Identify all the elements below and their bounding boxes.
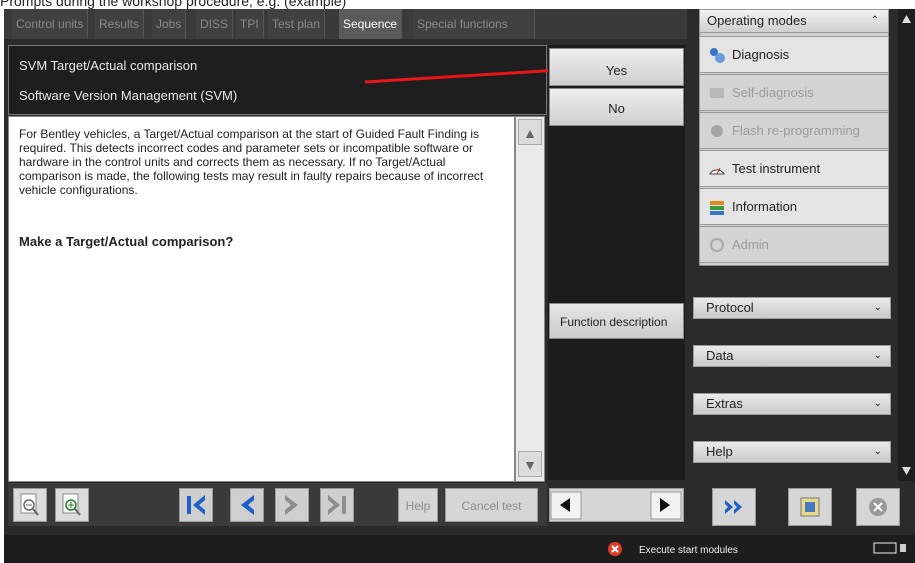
screenshot-icon[interactable]: [788, 488, 832, 526]
mode-label: Information: [732, 199, 798, 214]
status-bar: [4, 535, 915, 563]
zoom-out-icon[interactable]: [13, 488, 47, 522]
exit-icon[interactable]: [856, 488, 900, 526]
tab-sequence[interactable]: Sequence: [339, 9, 403, 39]
expand-icon: ⌄: [873, 446, 882, 457]
mode-admin[interactable]: Admin: [699, 226, 889, 263]
error-icon: [608, 542, 622, 556]
mode-flash-reprogramming[interactable]: Flash re-programming: [699, 112, 889, 149]
prompt-question: Make a Target/Actual comparison?: [19, 234, 234, 249]
operating-modes-header[interactable]: Operating modes ⌃: [699, 9, 889, 33]
cancel-test-button[interactable]: Cancel test: [445, 488, 538, 522]
function-description-button[interactable]: Function description: [549, 303, 684, 339]
section-label: Extras: [706, 396, 743, 411]
mode-diagnosis[interactable]: Diagnosis: [699, 36, 889, 73]
mode-label: Self-diagnosis: [732, 85, 814, 100]
information-icon: [710, 201, 724, 215]
battery-icon: [873, 542, 906, 554]
first-step-icon[interactable]: [179, 488, 213, 522]
yes-button[interactable]: Yes: [549, 48, 684, 86]
mode-label: Test instrument: [732, 161, 821, 176]
next-step-icon[interactable]: [275, 488, 309, 522]
message-panel: For Bentley vehicles, a Target/Actual co…: [8, 116, 515, 482]
operating-modes-title: Operating modes: [707, 13, 807, 28]
forward-icon[interactable]: [712, 488, 756, 526]
mode-information[interactable]: Information: [699, 188, 889, 225]
scroll-up-button[interactable]: ▲: [518, 119, 542, 145]
tab-jobs[interactable]: Jobs: [152, 9, 187, 39]
section-extras[interactable]: Extras ⌄: [693, 393, 891, 415]
mode-label: Flash re-programming: [732, 123, 860, 138]
tab-results[interactable]: Results: [95, 9, 145, 39]
horizontal-scrollbar[interactable]: [549, 488, 684, 522]
help-button[interactable]: Help: [398, 488, 438, 522]
message-scrollbar[interactable]: ▲ ▼: [515, 116, 545, 482]
tab-tpi[interactable]: TPI: [236, 9, 264, 39]
message-text: For Bentley vehicles, a Target/Actual co…: [19, 127, 484, 197]
expand-icon: ⌄: [873, 350, 882, 361]
admin-icon: [710, 238, 724, 252]
zoom-in-icon[interactable]: [55, 488, 89, 522]
sidebar-scrollbar[interactable]: [898, 9, 915, 481]
tab-special-functions[interactable]: Special functions: [413, 9, 535, 39]
collapse-icon[interactable]: ⌃: [871, 10, 879, 32]
step-subtitle: Software Version Management (SVM): [19, 88, 238, 103]
section-label: Protocol: [706, 300, 754, 315]
step-title: SVM Target/Actual comparison: [19, 58, 198, 73]
section-label: Data: [706, 348, 734, 363]
previous-step-icon[interactable]: [230, 488, 264, 522]
mode-label: Diagnosis: [732, 47, 790, 62]
section-label: Help: [706, 444, 733, 459]
section-data[interactable]: Data ⌄: [693, 345, 891, 367]
tab-diss[interactable]: DISS: [196, 9, 234, 39]
tab-control-units[interactable]: Control units: [12, 9, 89, 39]
flash-icon: [711, 125, 723, 137]
section-help[interactable]: Help ⌄: [693, 441, 891, 463]
expand-icon: ⌄: [873, 302, 882, 313]
test-instrument-icon: [709, 167, 725, 175]
diagnosis-icon: [710, 48, 725, 63]
section-protocol[interactable]: Protocol ⌄: [693, 297, 891, 319]
last-step-icon[interactable]: [320, 488, 354, 522]
expand-icon: ⌄: [873, 398, 882, 409]
mode-self-diagnosis[interactable]: Self-diagnosis: [699, 74, 889, 111]
status-message: Execute start modules: [639, 545, 738, 556]
no-button[interactable]: No: [549, 88, 684, 126]
mode-test-instrument[interactable]: Test instrument: [699, 150, 889, 187]
scroll-down-button[interactable]: ▼: [518, 451, 542, 477]
document-caption: Prompts during the workshop procedure, e…: [0, 0, 347, 9]
mode-label: Admin: [732, 237, 769, 252]
self-diagnosis-icon: [710, 88, 724, 98]
tab-test-plan[interactable]: Test plan: [268, 9, 326, 39]
